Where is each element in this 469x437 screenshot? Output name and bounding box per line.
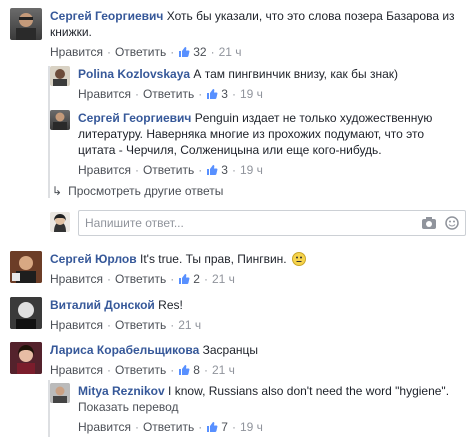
- comment-author[interactable]: Сергей Георгиевич: [50, 9, 163, 23]
- emoji-icon[interactable]: [445, 216, 459, 230]
- avatar[interactable]: [10, 251, 42, 283]
- like-button[interactable]: Нравится: [50, 318, 103, 332]
- comment-reply: Polina Kozlovskaya А там пингвинчик вниз…: [50, 66, 458, 101]
- comment: Лариса Корабельщикова Засранцы Нравится ·…: [10, 342, 469, 377]
- comment-author[interactable]: Сергей Юрлов: [50, 252, 137, 266]
- reply-button[interactable]: Ответить: [143, 163, 194, 177]
- like-count[interactable]: 8: [178, 363, 200, 377]
- reply-button[interactable]: Ответить: [115, 318, 166, 332]
- avatar[interactable]: [50, 110, 70, 130]
- reply-button[interactable]: Ответить: [143, 87, 194, 101]
- comment-actions: Нравится · Ответить · 2 · 21 ч: [50, 272, 235, 286]
- reply-button[interactable]: Ответить: [115, 363, 166, 377]
- avatar[interactable]: [10, 297, 42, 329]
- comment-text: А там пингвинчик внизу, как бы знак): [193, 67, 398, 81]
- comment-text: Засранцы: [202, 343, 258, 357]
- comment-author[interactable]: Лариса Корабельщикова: [50, 343, 199, 357]
- avatar[interactable]: [10, 8, 42, 40]
- like-button[interactable]: Нравится: [78, 163, 131, 177]
- translate-link[interactable]: Показать перевод: [78, 399, 458, 415]
- thumbs-up-icon: [179, 274, 190, 284]
- comment-time[interactable]: 19 ч: [240, 163, 263, 177]
- comment-text: Res!: [158, 298, 183, 312]
- comment-actions: Нравится · Ответить · 8 · 21 ч: [50, 363, 235, 377]
- avatar[interactable]: [50, 383, 70, 403]
- comment-actions: Нравится · Ответить · 32 · 21 ч: [50, 45, 242, 59]
- comment-author[interactable]: Polina Kozlovskaya: [78, 67, 190, 81]
- comment-reply: Mitya Reznikov I know, Russians also don…: [50, 383, 458, 434]
- camera-icon[interactable]: [421, 216, 437, 230]
- comment-author[interactable]: Виталий Донской: [50, 298, 155, 312]
- like-count[interactable]: 32: [178, 45, 207, 59]
- comment: Виталий Донской Res! Нравится · Ответить ·…: [10, 297, 469, 332]
- like-count[interactable]: 3: [206, 87, 228, 101]
- smiley-emoji-icon: [292, 252, 306, 266]
- like-count[interactable]: 3: [206, 163, 228, 177]
- comment: Сергей Юрлов It's true. Ты прав, Пингвин…: [10, 251, 469, 286]
- avatar[interactable]: [50, 66, 70, 86]
- comment-text: I know, Russians also don't need the wor…: [168, 384, 450, 398]
- comment-author[interactable]: Mitya Reznikov: [78, 384, 165, 398]
- reply-button[interactable]: Ответить: [143, 420, 194, 434]
- like-button[interactable]: Нравится: [50, 45, 103, 59]
- comment: Сергей Георгиевич Хоть бы указали, что э…: [10, 8, 469, 59]
- comment-author[interactable]: Сергей Георгиевич: [78, 111, 191, 125]
- comment-time[interactable]: 21 ч: [178, 318, 201, 332]
- like-button[interactable]: Нравится: [78, 420, 131, 434]
- comment-actions: Нравится · Ответить · 7 · 19 ч: [78, 420, 263, 434]
- thumbs-up-icon: [207, 165, 218, 175]
- reply-composer: Напишите ответ...: [50, 210, 466, 236]
- thumbs-up-icon: [207, 89, 218, 99]
- comment-time[interactable]: 21 ч: [212, 272, 235, 286]
- comment-time[interactable]: 19 ч: [240, 87, 263, 101]
- comment-time[interactable]: 21 ч: [212, 363, 235, 377]
- like-count[interactable]: 7: [206, 420, 228, 434]
- like-button[interactable]: Нравится: [50, 363, 103, 377]
- like-button[interactable]: Нравится: [50, 272, 103, 286]
- comment-actions: Нравится · Ответить · 3 · 19 ч: [78, 87, 263, 101]
- reply-button[interactable]: Ответить: [115, 45, 166, 59]
- thumbs-up-icon: [207, 422, 218, 432]
- comment-reply: Сергей Георгиевич Penguin издает не толь…: [50, 110, 458, 177]
- comment-actions: Нравится · Ответить · 3 · 19 ч: [78, 163, 263, 177]
- thumbs-up-icon: [179, 365, 190, 375]
- avatar[interactable]: [10, 342, 42, 374]
- comment-actions: Нравится · Ответить · 21 ч: [50, 318, 202, 332]
- thumbs-up-icon: [179, 47, 190, 57]
- more-replies-link[interactable]: ↳ Просмотреть другие ответы: [52, 184, 223, 198]
- like-count[interactable]: 2: [178, 272, 200, 286]
- comment-text: It's true. Ты прав, Пингвин.: [139, 252, 287, 266]
- like-button[interactable]: Нравится: [78, 87, 131, 101]
- comment-time[interactable]: 19 ч: [240, 420, 263, 434]
- reply-input[interactable]: Напишите ответ...: [78, 210, 466, 236]
- comment-time[interactable]: 21 ч: [219, 45, 242, 59]
- avatar: [50, 212, 70, 232]
- reply-button[interactable]: Ответить: [115, 272, 166, 286]
- reply-arrow-icon: ↳: [52, 184, 63, 198]
